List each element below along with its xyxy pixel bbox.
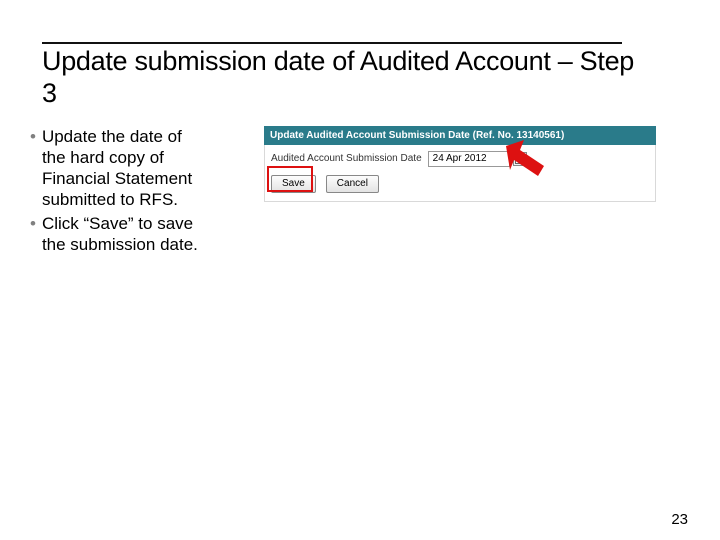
list-item: • Click “Save” to save the submission da… <box>30 213 210 256</box>
cancel-button[interactable]: Cancel <box>326 175 379 193</box>
page-number: 23 <box>671 511 688 528</box>
slide-title: Update submission date of Audited Accoun… <box>42 46 642 110</box>
bullet-list: • Update the date of the hard copy of Fi… <box>0 126 210 258</box>
bullet-text: Click “Save” to save the submission date… <box>42 213 210 256</box>
list-item: • Update the date of the hard copy of Fi… <box>30 126 210 211</box>
bullet-dot-icon: • <box>30 126 36 211</box>
bullet-text: Update the date of the hard copy of Fina… <box>42 126 210 211</box>
pointer-arrow-icon <box>504 140 546 185</box>
screenshot-panel: Update Audited Account Submission Date (… <box>264 126 656 202</box>
title-rule <box>42 42 622 44</box>
panel-body: Audited Account Submission Date Save Can… <box>264 145 656 202</box>
field-label: Audited Account Submission Date <box>271 153 422 164</box>
submission-date-input[interactable] <box>428 151 510 167</box>
panel-header: Update Audited Account Submission Date (… <box>264 126 656 145</box>
bullet-dot-icon: • <box>30 213 36 256</box>
save-button[interactable]: Save <box>271 175 316 193</box>
date-field-row: Audited Account Submission Date <box>271 151 649 167</box>
